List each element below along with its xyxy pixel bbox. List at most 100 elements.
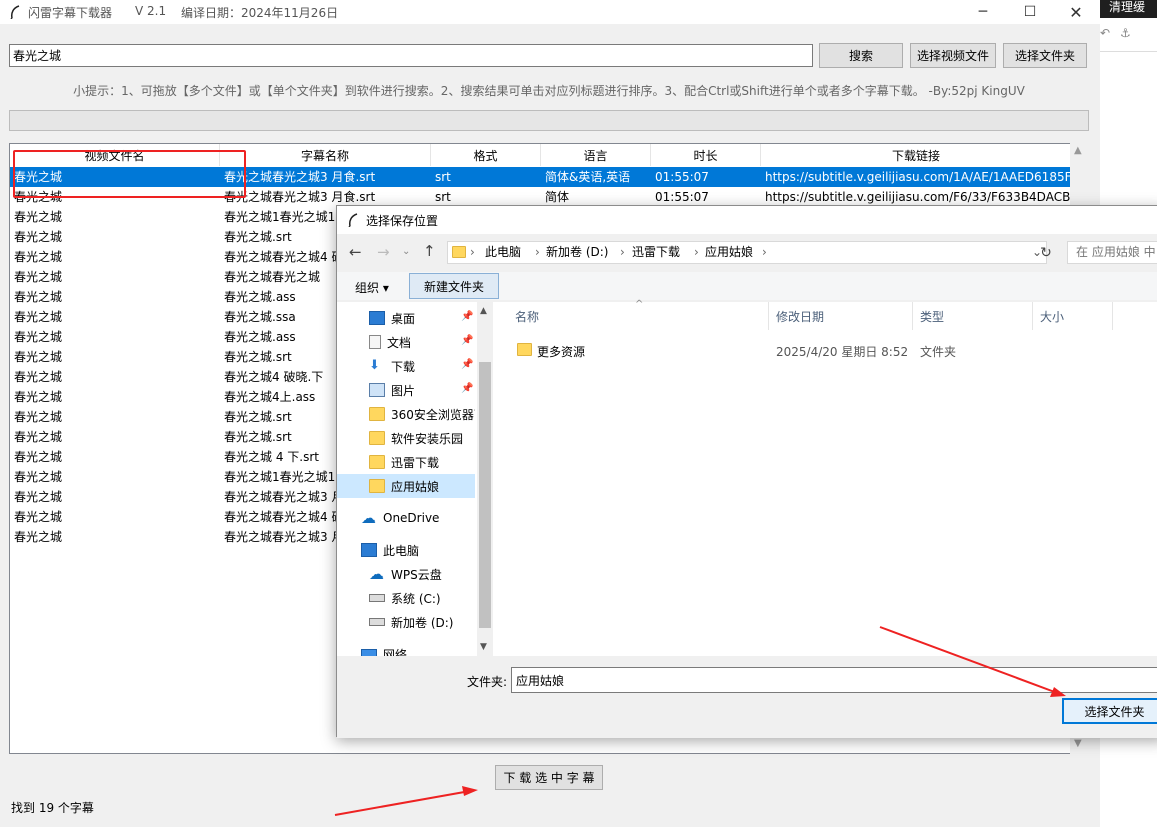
nav-item-label: 360安全浏览器下 [391,407,475,422]
scroll-up-icon[interactable]: ▲ [480,306,487,316]
search-button[interactable]: 搜索 [819,43,903,68]
refresh-icon[interactable]: ↻ [1035,241,1057,264]
build-date: 编译日期：2024年11月26日 [181,6,339,20]
scroll-down-icon[interactable]: ▼ [1074,738,1082,749]
nav-item[interactable]: ☁ WPS云盘 [337,562,475,586]
file-date: 2025/4/20 星期日 8:52 [776,345,909,359]
nav-item[interactable]: 图片 📌 [337,378,475,402]
back-arrow-icon[interactable]: ← [349,243,362,261]
close-button[interactable]: ✕ [1053,0,1099,24]
breadcrumb-this-pc[interactable]: 此电脑 [485,242,521,263]
cell-video: 春光之城 [14,410,63,424]
search-input[interactable] [9,44,813,67]
cell-video: 春光之城 [14,390,63,404]
column-header-subtitle[interactable]: 字幕名称 [220,144,431,166]
breadcrumb-separator: › [535,245,540,259]
file-type: 文件夹 [920,345,957,359]
folder-icon [369,407,385,421]
breadcrumb-drive[interactable]: 新加卷 (D:) [546,242,608,263]
breadcrumb-separator: › [470,245,475,259]
column-header-format[interactable]: 格式 [431,144,541,166]
nav-item[interactable]: 软件安装乐园 [337,426,475,450]
file-row[interactable]: 更多资源 2025/4/20 星期日 8:52 文件夹 [495,338,1157,362]
feather-icon [348,213,358,227]
cell-language: 简体&英语,英语 [545,170,631,184]
column-header-link[interactable]: 下载链接 [761,144,1072,166]
column-header-duration[interactable]: 时长 [651,144,761,166]
cell-video: 春光之城 [14,250,63,264]
cell-link: https://subtitle.v.geilijiasu.com/1A/AE/… [765,170,1072,184]
column-divider [768,302,769,330]
nav-item-label: OneDrive [383,511,440,525]
nav-item[interactable]: 文档 📌 [337,330,475,354]
download-selected-button[interactable]: 下 载 选 中 字 幕 [495,765,603,790]
app-title: 闪雷字幕下载器 [28,6,113,20]
drive-icon [369,594,385,602]
select-folder-confirm-button[interactable]: 选择文件夹 [1062,698,1157,724]
nav-item[interactable]: 此电脑 [337,538,475,562]
cell-video: 春光之城 [14,210,63,224]
cell-video: 春光之城 [14,290,63,304]
nav-item[interactable]: 360安全浏览器下 [337,402,475,426]
nav-scrollbar[interactable]: ▲ ▼ [477,302,493,656]
forward-arrow-icon[interactable]: → [377,243,390,261]
recent-chevron-icon[interactable]: ⌄ [402,246,410,257]
nav-item-label: 图片 [391,383,416,398]
folder-input[interactable] [511,667,1157,693]
cell-video: 春光之城 [14,430,63,444]
file-name: 更多资源 [537,345,586,359]
column-size[interactable]: 大小 [1040,308,1064,332]
up-arrow-icon[interactable]: ↑ [423,242,436,260]
column-name[interactable]: 名称 [515,308,539,332]
column-modified[interactable]: 修改日期 [776,308,824,332]
cell-video: 春光之城 [14,530,63,544]
cell-duration: 01:55:07 [655,190,709,204]
nav-scroll-thumb[interactable] [479,362,491,628]
pin-icon: 📌 [461,311,474,322]
nav-item-label: 应用姑娘 [391,479,440,494]
new-folder-button[interactable]: 新建文件夹 [409,273,499,299]
nav-item[interactable]: 应用姑娘 [337,474,475,498]
nav-item-label: 下载 [391,359,416,374]
nav-item[interactable]: 新加卷 (D:) [337,610,475,634]
maximize-button[interactable]: ☐ [1007,0,1053,24]
nav-item[interactable]: ⬇ 下载 📌 [337,354,475,378]
column-type[interactable]: 类型 [920,308,944,332]
folder-icon [452,246,466,258]
organize-menu[interactable]: 组织 ▾ [355,279,389,296]
column-header-language[interactable]: 语言 [541,144,651,166]
nav-item-label: 软件安装乐园 [391,431,464,446]
onedrive-icon: ☁ [361,509,376,527]
nav-item[interactable]: 系统 (C:) [337,586,475,610]
folder-icon [517,343,532,356]
this-pc-icon [361,543,377,557]
minimize-button[interactable]: ─ [960,0,1006,24]
background-toolbar: ↶ ⚓ [1100,18,1157,52]
cell-video: 春光之城 [14,450,63,464]
breadcrumb-xunlei[interactable]: 迅雷下载 [632,242,680,263]
scroll-down-icon[interactable]: ▼ [480,642,487,652]
nav-item[interactable]: 桌面 📌 [337,306,475,330]
sort-up-icon: ^ [635,299,644,310]
column-divider [1112,302,1113,330]
nav-item[interactable]: 迅雷下载 [337,450,475,474]
file-list[interactable]: ^ 名称 修改日期 类型 大小 更多资源 2025/4/20 星期日 8:52 … [495,299,1157,656]
anchor-icon: ⚓ [1120,26,1131,40]
drive-icon [369,618,385,626]
nav-item-label: 此电脑 [383,543,420,558]
nav-item-label: 迅雷下载 [391,455,440,470]
breadcrumb-current[interactable]: 应用姑娘 [705,242,753,263]
select-folder-button[interactable]: 选择文件夹 [1003,43,1087,68]
address-bar[interactable]: › 此电脑 › 新加卷 (D:) › 迅雷下载 › 应用姑娘 › ⌄ [447,241,1047,264]
select-video-button[interactable]: 选择视频文件 [910,43,996,68]
scroll-up-icon[interactable]: ▲ [1074,145,1082,156]
cell-video: 春光之城 [14,330,63,344]
navigation-pane[interactable]: 桌面 📌 文档 📌 ⬇ 下载 📌 图片 📌 360安全浏览器下软件安装乐园迅雷下载应用姑娘 ☁ One… [337,302,495,662]
nav-item[interactable]: ☁ OneDrive [337,506,475,530]
nav-item-label: WPS云盘 [391,567,442,582]
cell-link: https://subtitle.v.geilijiasu.com/F6/33/… [765,190,1072,204]
cell-video: 春光之城 [14,310,63,324]
folder-search-input[interactable]: 在 应用姑娘 中 [1067,241,1157,264]
dialog-footer: 文件夹: 选择文件夹 [337,656,1157,738]
dialog-title: 选择保存位置 [366,214,439,228]
